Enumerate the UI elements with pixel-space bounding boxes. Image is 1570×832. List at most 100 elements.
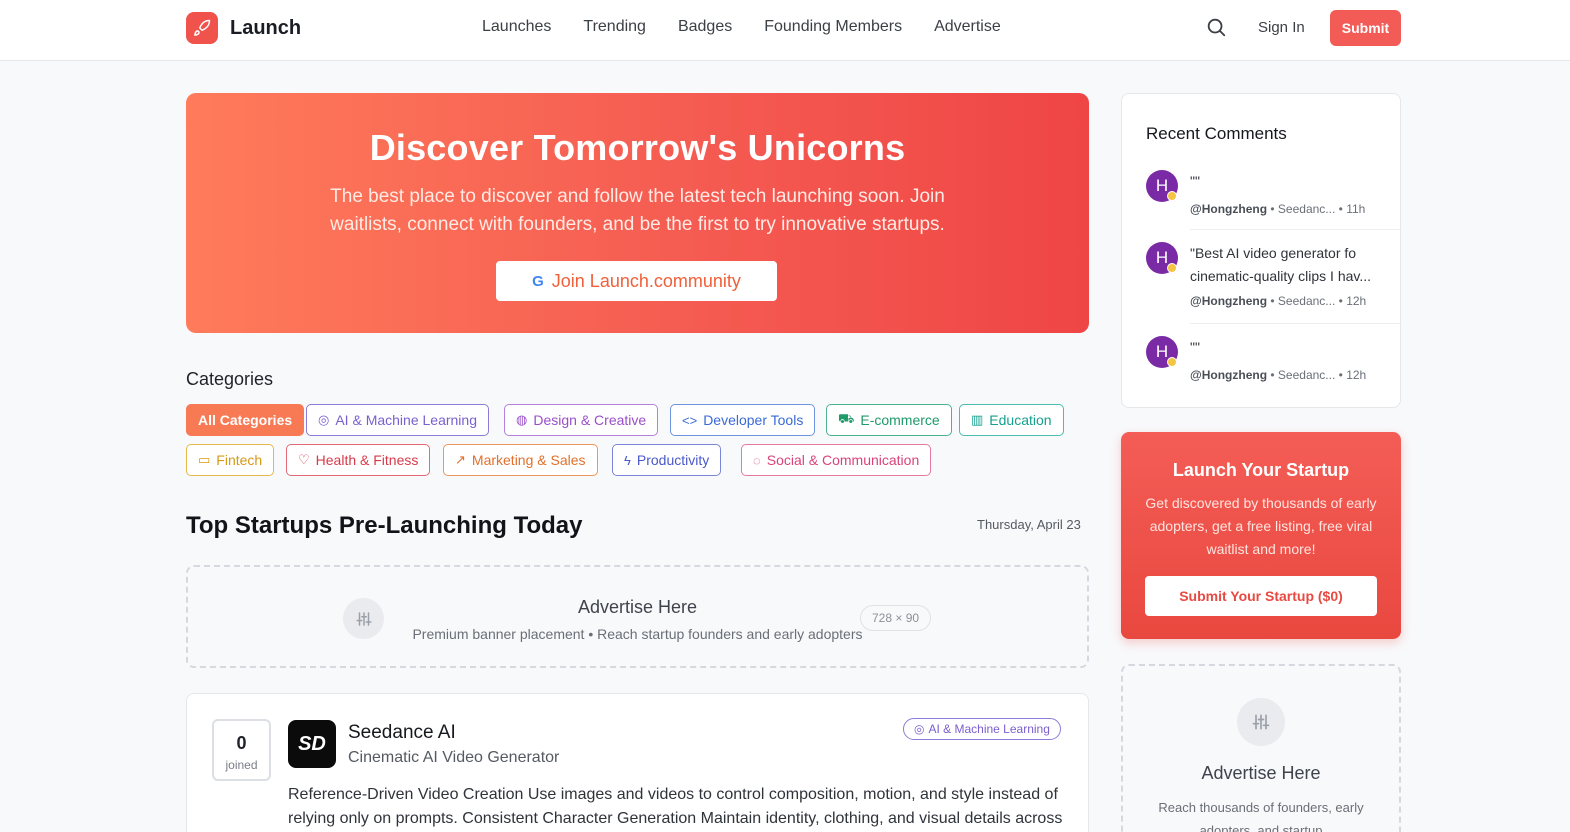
category-label: Health & Fitness	[315, 452, 419, 468]
category-social[interactable]: ◌ Social & Communication	[741, 444, 932, 476]
recent-comments-title: Recent Comments	[1146, 124, 1287, 143]
badge-icon	[1167, 357, 1177, 367]
comment-meta: @Hongzheng • Seedanc... • 12h	[1190, 294, 1367, 308]
join-community-button[interactable]: G Join Launch.community	[496, 261, 777, 301]
hero-title: Discover Tomorrow's Unicorns	[369, 127, 906, 168]
launch-card-text: Get discovered by thousands of early ado…	[1145, 495, 1377, 557]
avatar: H	[1146, 336, 1178, 368]
comment-product[interactable]: Seedanc...	[1278, 202, 1335, 216]
categories-heading: Categories	[186, 369, 274, 389]
ad-banner[interactable]: Advertise Here Premium banner placement …	[186, 565, 1089, 668]
category-label: Fintech	[216, 452, 263, 468]
comment-time: 11h	[1346, 202, 1366, 216]
trend-icon: ↗	[455, 452, 466, 467]
divider	[1190, 323, 1402, 324]
card-icon: ▭	[198, 452, 211, 467]
brain-icon: ◎	[318, 412, 330, 427]
category-design[interactable]: ◍ Design & Creative	[504, 404, 659, 436]
divider	[1190, 229, 1402, 230]
ad-subtitle: Premium banner placement • Reach startup…	[412, 626, 863, 642]
section-date: Thursday, April 23	[977, 517, 1081, 532]
comment-time: 12h	[1346, 294, 1367, 308]
comment-product[interactable]: Seedanc...	[1278, 368, 1335, 382]
category-all[interactable]: All Categories	[186, 404, 305, 436]
category-education[interactable]: ▥ Education	[959, 404, 1064, 436]
comment-meta: @Hongzheng • Seedanc... • 12h	[1190, 368, 1367, 382]
product-description: Reference-Driven Video Creation Use imag…	[288, 786, 1063, 827]
sidebar-ad-title: Advertise Here	[1201, 763, 1321, 783]
top-navbar: Launch Launches Trending Badges Founding…	[0, 0, 1570, 61]
book-icon: ▥	[971, 412, 984, 427]
nav-founding-members[interactable]: Founding Members	[764, 18, 902, 36]
sliders-icon	[1237, 698, 1285, 746]
code-icon: <>	[682, 412, 698, 428]
product-card[interactable]: 0 joined SD Seedance AI Cinematic AI Vid…	[186, 693, 1089, 832]
hero-banner: Discover Tomorrow's Unicorns The best pl…	[186, 93, 1089, 333]
comment-text: ""	[1190, 339, 1200, 355]
submit-startup-button[interactable]: Submit Your Startup ($0)	[1145, 576, 1377, 616]
category-label: Productivity	[636, 452, 710, 468]
category-label: All Categories	[198, 412, 293, 428]
recent-comments-panel: Recent Comments H "" @Hongzheng • Seedan…	[1121, 93, 1402, 408]
comment-text: ""	[1190, 173, 1200, 189]
brand-name: Launch	[230, 16, 302, 39]
google-icon: G	[532, 272, 544, 290]
chat-icon: ◌	[753, 452, 761, 468]
nav-advertise[interactable]: Advertise	[934, 18, 1001, 36]
category-label: Design & Creative	[533, 412, 647, 428]
section-title: Top Startups Pre-Launching Today	[186, 512, 583, 539]
nav-badges[interactable]: Badges	[678, 18, 732, 36]
comment-item[interactable]: H "" @Hongzheng • Seedanc... • 11h	[1146, 170, 1378, 224]
product-logo: SD	[288, 720, 336, 768]
product-category-badge[interactable]: ◎ AI & Machine Learning	[903, 718, 1061, 740]
comment-product[interactable]: Seedanc...	[1278, 294, 1335, 308]
product-category-label: AI & Machine Learning	[928, 722, 1050, 736]
category-marketing[interactable]: ↗ Marketing & Sales	[443, 444, 598, 476]
join-community-label: Join Launch.community	[551, 270, 741, 291]
category-health[interactable]: ♡ Health & Fitness	[286, 444, 431, 476]
badge-icon	[1167, 263, 1177, 273]
nav-trending[interactable]: Trending	[583, 18, 646, 36]
category-label: E-commerce	[860, 412, 940, 428]
category-label: AI & Machine Learning	[335, 412, 477, 428]
palette-icon: ◍	[516, 412, 528, 427]
product-tagline: Cinematic AI Video Generator	[348, 749, 560, 766]
comment-item[interactable]: H "Best AI video generator fo cinematic-…	[1146, 242, 1378, 312]
sign-in-link[interactable]: Sign In	[1258, 19, 1305, 36]
brain-icon: ◎	[914, 722, 925, 736]
comment-user[interactable]: @Hongzheng	[1190, 368, 1267, 382]
comment-user[interactable]: @Hongzheng	[1190, 202, 1267, 216]
cart-icon: ⛟	[838, 411, 855, 426]
rocket-icon	[186, 12, 218, 44]
join-counter[interactable]: 0 joined	[212, 719, 271, 781]
product-name[interactable]: Seedance AI	[348, 722, 456, 744]
sidebar-ad[interactable]: Advertise Here Reach thousands of founde…	[1121, 664, 1401, 832]
hero-subtitle: The best place to discover and follow th…	[330, 186, 945, 235]
badge-icon	[1167, 191, 1177, 201]
avatar: H	[1146, 170, 1178, 202]
comment-item[interactable]: H "" @Hongzheng • Seedanc... • 12h	[1146, 336, 1378, 390]
category-ai-ml[interactable]: ◎ AI & Machine Learning	[306, 404, 489, 436]
submit-button[interactable]: Submit	[1330, 10, 1401, 46]
nav-launches[interactable]: Launches	[482, 18, 551, 36]
category-label: Marketing & Sales	[471, 452, 586, 468]
category-fintech[interactable]: ▭ Fintech	[186, 444, 275, 476]
main-nav: Launches Trending Badges Founding Member…	[482, 18, 1033, 36]
join-label: joined	[225, 758, 258, 772]
brand-logo[interactable]: Launch	[186, 12, 301, 44]
comment-time: 12h	[1346, 368, 1367, 382]
avatar: H	[1146, 242, 1178, 274]
category-dev-tools[interactable]: <> Developer Tools	[670, 404, 816, 436]
launch-startup-card: Launch Your Startup Get discovered by th…	[1121, 432, 1401, 639]
category-productivity[interactable]: ϟ Productivity	[612, 444, 722, 476]
search-icon[interactable]	[1205, 16, 1229, 40]
category-ecommerce[interactable]: ⛟ E-commerce	[826, 404, 952, 436]
join-count: 0	[236, 733, 247, 753]
comment-user[interactable]: @Hongzheng	[1190, 294, 1267, 308]
category-label: Education	[989, 412, 1052, 428]
ad-size-badge: 728 × 90	[860, 605, 932, 631]
comment-text: "Best AI video generator fo cinematic-qu…	[1190, 245, 1372, 284]
category-label: Social & Communication	[766, 452, 920, 468]
bolt-icon: ϟ	[624, 452, 631, 468]
ad-title: Advertise Here	[577, 597, 698, 617]
